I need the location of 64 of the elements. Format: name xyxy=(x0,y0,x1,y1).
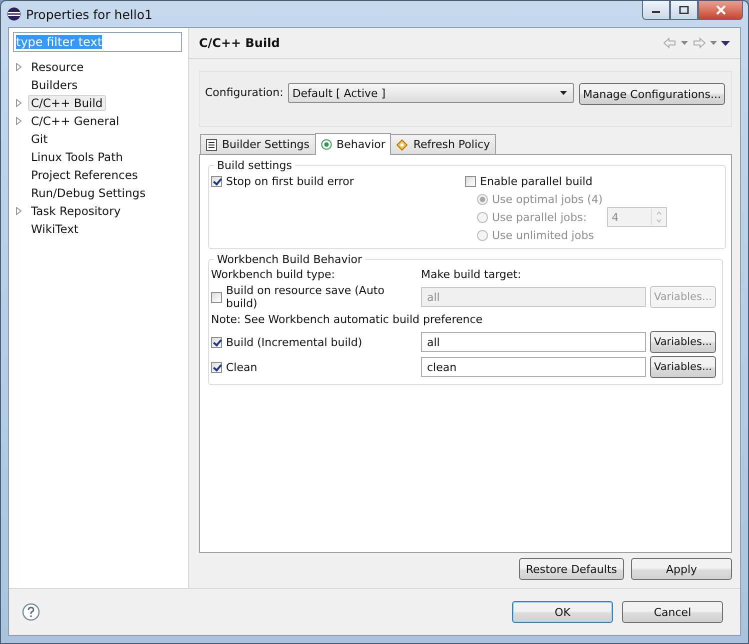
checkbox[interactable] xyxy=(211,362,222,372)
tree-item[interactable]: Task Repository xyxy=(28,203,124,219)
menu-icon[interactable] xyxy=(721,40,730,46)
cancel-button[interactable]: Cancel xyxy=(622,601,723,623)
manage-configurations-button[interactable]: Manage Configurations... xyxy=(578,83,725,105)
variables-button[interactable]: Variables... xyxy=(650,356,716,378)
radio-icon xyxy=(320,139,332,150)
restore-defaults-button[interactable]: Restore Defaults xyxy=(518,558,624,580)
close-button[interactable] xyxy=(698,1,743,20)
tree-item[interactable]: Builders xyxy=(28,77,81,93)
help-icon[interactable] xyxy=(22,603,40,621)
checkbox-label: Build on resource save (Auto build) xyxy=(226,284,386,310)
tree-item[interactable]: C/C++ Build xyxy=(28,95,106,111)
eclipse-icon xyxy=(7,7,21,21)
apply-button[interactable]: Apply xyxy=(631,558,732,580)
caret-icon[interactable] xyxy=(710,41,717,45)
checkbox[interactable] xyxy=(211,336,222,348)
window-title: Properties for hello1 xyxy=(26,6,152,22)
page-title: C/C++ Build xyxy=(199,36,280,50)
configuration-label: Configuration: xyxy=(205,85,284,99)
tree-item[interactable]: C/C++ General xyxy=(28,113,122,129)
forward-icon[interactable] xyxy=(692,37,706,49)
tree-item[interactable]: Git xyxy=(28,131,51,147)
checkbox[interactable] xyxy=(465,176,476,186)
tab[interactable]: Refresh Policy xyxy=(390,134,496,154)
tab[interactable]: Behavior xyxy=(314,133,392,155)
checkbox[interactable] xyxy=(211,176,222,186)
expand-icon[interactable] xyxy=(16,207,22,215)
target-field[interactable]: clean xyxy=(421,357,646,377)
target-field[interactable]: all xyxy=(421,332,646,352)
minimize-button[interactable] xyxy=(642,1,670,20)
close-icon xyxy=(714,5,726,15)
checkbox-label: Enable parallel build xyxy=(480,174,592,188)
expand-icon[interactable] xyxy=(16,63,22,71)
configuration-dropdown[interactable]: Default [ Active ] xyxy=(288,83,574,103)
radio-label: Use parallel jobs: xyxy=(492,210,587,224)
checkbox-label: Build (Incremental build) xyxy=(226,336,362,348)
variables-button[interactable]: Variables... xyxy=(650,331,716,353)
list-icon xyxy=(206,138,217,150)
tree-item[interactable]: Resource xyxy=(28,59,87,75)
caret-icon[interactable] xyxy=(681,41,688,45)
checkbox-label: Clean xyxy=(226,360,258,374)
expand-icon[interactable] xyxy=(16,117,22,125)
caret-icon xyxy=(560,91,567,95)
tree-item[interactable]: WikiText xyxy=(28,221,82,237)
tree-item[interactable]: Linux Tools Path xyxy=(28,149,126,165)
maximize-icon xyxy=(679,6,689,14)
column-label: Workbench build type: xyxy=(211,267,336,283)
group-title: Workbench Build Behavior xyxy=(216,253,364,266)
note-text: Note: See Workbench automatic build preference xyxy=(211,312,484,328)
filter-text: type filter text xyxy=(16,35,102,49)
ok-button[interactable]: OK xyxy=(512,601,613,623)
expand-icon[interactable] xyxy=(16,99,22,107)
checkbox-label: Stop on first build error xyxy=(226,174,354,188)
tab[interactable]: Builder Settings xyxy=(200,134,316,154)
tree-item[interactable]: Run/Debug Settings xyxy=(28,185,149,201)
back-icon[interactable] xyxy=(663,37,677,49)
maximize-button[interactable] xyxy=(670,1,698,20)
column-label: Make build target: xyxy=(421,267,522,283)
radio-label: Use optimal jobs (4) xyxy=(492,192,603,206)
tree-item[interactable]: Project References xyxy=(28,167,141,183)
group-title: Build settings xyxy=(216,159,293,172)
diamond-icon xyxy=(396,138,408,150)
radio-label: Use unlimited jobs xyxy=(492,228,594,242)
